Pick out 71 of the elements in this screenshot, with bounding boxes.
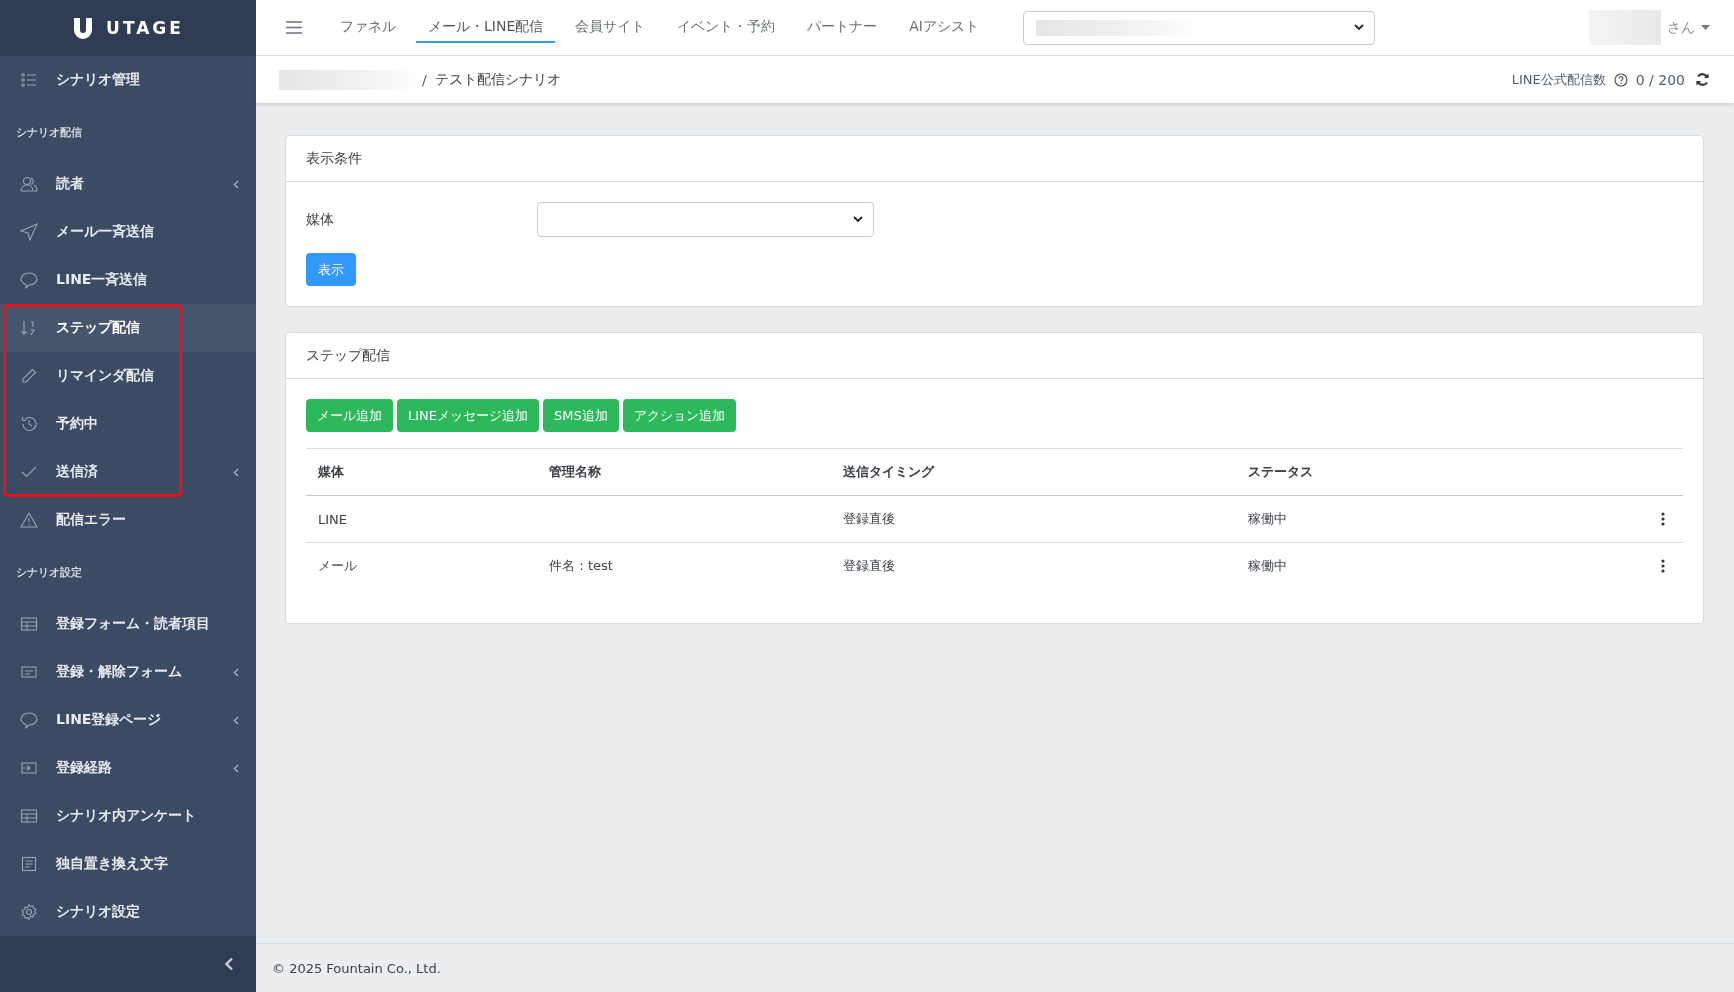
section-title: シナリオ設定	[15, 564, 83, 581]
table-cell-text: 登録直後	[842, 510, 896, 528]
table-icon	[20, 807, 38, 825]
sidebar-item[interactable]: LINE一斉送信	[0, 256, 256, 304]
column-header: ステータス	[1247, 463, 1314, 481]
sidebar-item[interactable]: 登録・解除フォーム	[0, 648, 256, 696]
chevron-left-icon	[233, 467, 239, 477]
field-label: 媒体	[306, 210, 335, 229]
sidebar-item[interactable]: 配信エラー	[0, 496, 256, 544]
chevron-left-icon	[233, 179, 239, 189]
nav-tab[interactable]: メール・LINE配信	[416, 12, 556, 43]
nav-tab[interactable]: イベント・予約	[665, 12, 788, 43]
sidebar-item[interactable]: 登録フォーム・読者項目	[0, 600, 256, 648]
breadcrumb-current: テスト配信シナリオ	[434, 70, 561, 89]
sidebar-item[interactable]: 登録経路	[0, 744, 256, 792]
sidebar-item[interactable]: 送信済	[0, 448, 256, 496]
nav-tab[interactable]: ファネル	[328, 12, 408, 43]
list-icon	[20, 71, 38, 89]
chat-icon	[20, 711, 38, 729]
column-header: 管理名称	[548, 463, 602, 481]
sidebar-item[interactable]: 読者	[0, 160, 256, 208]
table-cell-text: LINE	[317, 511, 348, 527]
logo-icon	[72, 16, 95, 40]
nav-tab[interactable]: AIアシスト	[897, 12, 991, 43]
chevron-left-icon	[224, 957, 234, 971]
copyright-text: © 2025 Fountain Co., Ltd.	[272, 960, 441, 976]
column-header: 送信タイミング	[842, 463, 936, 481]
more-options-icon[interactable]	[1661, 512, 1665, 526]
brand-name: UTAGE	[106, 18, 184, 38]
quota-label: LINE公式配信数	[1511, 70, 1606, 89]
form-icon	[20, 663, 38, 681]
table-cell-text: 件名：test	[548, 557, 614, 575]
table-cell-text: メール	[317, 557, 358, 575]
help-icon[interactable]	[1613, 72, 1628, 87]
chevron-left-icon	[233, 667, 239, 677]
login-icon	[20, 759, 38, 777]
chevron-left-icon	[233, 763, 239, 773]
quota-value: 0 / 200	[1635, 71, 1685, 88]
card-title: 表示条件	[286, 136, 1703, 182]
send-icon	[20, 223, 38, 241]
refresh-icon[interactable]	[1695, 72, 1710, 87]
section-title: シナリオ配信	[15, 124, 83, 141]
sidebar-item[interactable]: LINE登録ページ	[0, 696, 256, 744]
pencil-icon	[20, 367, 38, 385]
sidebar-item[interactable]: ステップ配信	[0, 304, 256, 352]
nav-tab[interactable]: パートナー	[795, 12, 890, 43]
history-icon	[20, 415, 38, 433]
sidebar-item[interactable]: メール一斉送信	[0, 208, 256, 256]
sort-icon	[20, 319, 38, 337]
chevron-left-icon	[233, 715, 239, 725]
doc-icon	[20, 855, 38, 873]
sidebar-item[interactable]: 独自置き換え文字	[0, 840, 256, 888]
gear-icon	[20, 903, 38, 921]
table-icon	[20, 615, 38, 633]
table-cell-text: 稼働中	[1247, 557, 1288, 575]
sidebar-item[interactable]: シナリオ設定	[0, 888, 256, 936]
users-icon	[20, 175, 38, 193]
nav-tab[interactable]: 会員サイト	[563, 12, 658, 43]
caret-icon	[1701, 25, 1710, 30]
sidebar-item[interactable]: シナリオ内アンケート	[0, 792, 256, 840]
more-options-icon[interactable]	[1661, 559, 1665, 573]
chat-icon	[20, 271, 38, 289]
column-header: 媒体	[317, 463, 345, 481]
sidebar-item[interactable]: 予約中	[0, 400, 256, 448]
breadcrumb-separator: /	[422, 71, 427, 88]
sidebar-item[interactable]: シナリオ管理	[0, 56, 256, 104]
card-title: ステップ配信	[286, 333, 1703, 379]
table-cell-text: 稼働中	[1247, 510, 1288, 528]
warning-icon	[20, 511, 38, 529]
sidebar-item[interactable]: リマインダ配信	[0, 352, 256, 400]
table-cell-text: 登録直後	[842, 557, 896, 575]
